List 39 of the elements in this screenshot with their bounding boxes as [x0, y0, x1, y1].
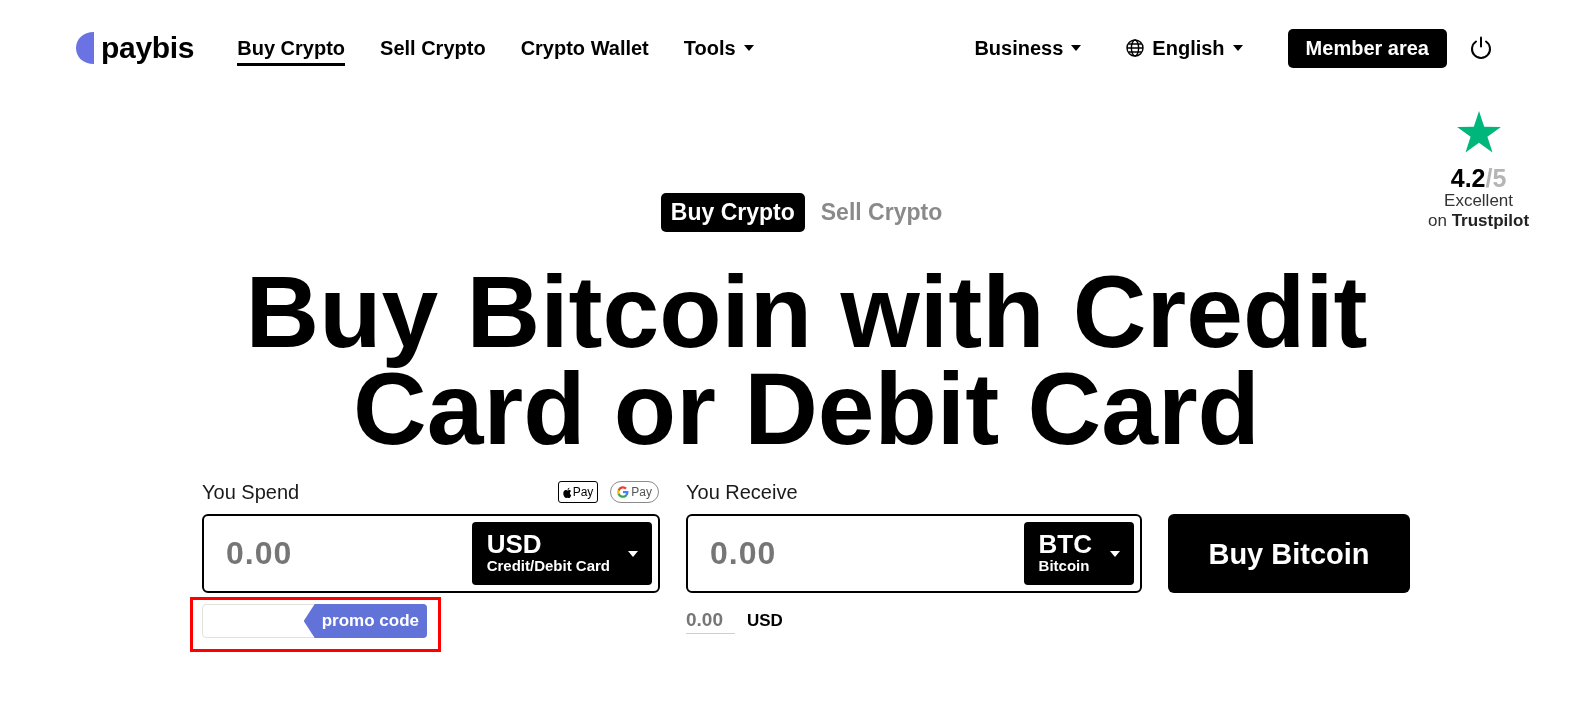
nav-link[interactable]: Buy Crypto	[237, 30, 346, 66]
rating-verdict: Excellent	[1444, 191, 1514, 211]
currency-dropdown[interactable]: BTC Bitcoin	[1023, 522, 1134, 585]
nav-link[interactable]: Sell Crypto	[380, 30, 486, 66]
caret-icon	[628, 550, 638, 557]
page-heading: Buy Bitcoin with Credit Card or Debit Card	[244, 264, 1369, 458]
letter-g-icon	[617, 486, 630, 498]
star-icon	[1456, 111, 1501, 153]
language-menu[interactable]: English	[1126, 36, 1243, 60]
globe-icon	[1126, 39, 1145, 57]
promo-code-field[interactable]: promo code	[202, 604, 427, 638]
wallet-label: Pay	[572, 485, 594, 499]
member-area-button[interactable]: Member area	[1287, 28, 1447, 68]
amount-field[interactable]: 0.00 USD Credit/Debit Card	[202, 514, 660, 593]
logo-icon	[76, 32, 94, 64]
logo-text: paybis	[101, 31, 195, 65]
nav-link[interactable]: Crypto Wallet	[520, 30, 649, 66]
currency-label: USD	[747, 611, 783, 631]
rating-score: 4.2	[1450, 165, 1486, 191]
converted-amount-input[interactable]: 0.00	[686, 608, 735, 634]
currency-dropdown[interactable]: USD Credit/Debit Card	[471, 522, 652, 585]
rating-scale: /5	[1485, 165, 1507, 191]
apple-icon	[562, 486, 572, 498]
wallet-label: Pay	[631, 485, 652, 499]
caret-icon	[1110, 550, 1120, 557]
business-menu[interactable]: Business	[974, 36, 1082, 60]
caret-icon	[1071, 45, 1082, 51]
amount-input[interactable]: 0.00	[710, 533, 1024, 574]
power-icon[interactable]	[1469, 36, 1493, 60]
nav-link[interactable]: Tools	[683, 30, 754, 66]
field-label: You Receive	[686, 480, 798, 504]
rating-source: on Trustpilot	[1428, 211, 1530, 231]
buy-button[interactable]: Buy Bitcoin	[1168, 514, 1410, 593]
promo-code-tag[interactable]: promo code	[303, 604, 427, 638]
caret-icon	[1232, 45, 1243, 51]
field-label: You Spend	[202, 480, 300, 504]
amount-field[interactable]: 0.00 BTC Bitcoin	[686, 514, 1142, 593]
mode-tab[interactable]: Buy Crypto	[660, 193, 805, 232]
amount-input[interactable]: 0.00	[226, 533, 472, 574]
